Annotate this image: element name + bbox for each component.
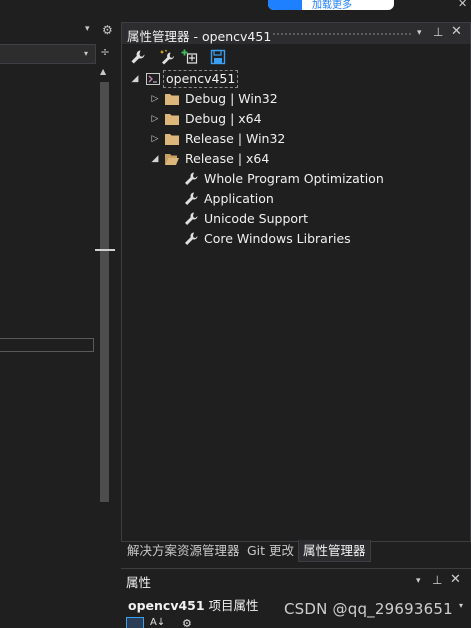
property-manager-panel: 属性管理器 - opencv451 ▾ ⊥ ✕ ◢ opencv451 ▷ De… [121, 22, 471, 542]
split-editor-icon[interactable]: ÷ [98, 45, 112, 63]
tree-root-row[interactable]: ◢ opencv451 [122, 69, 470, 89]
window-close-icon[interactable]: ✕ [458, 0, 467, 10]
tree-config-label: Release | Win32 [185, 131, 286, 146]
scroll-up-icon[interactable]: ▲ [100, 67, 106, 76]
alphabetical-icon[interactable]: A↓ [150, 617, 166, 628]
tree-sheet-label: Application [204, 191, 274, 206]
tab-git-changes[interactable]: Git 更改 [243, 540, 298, 562]
tree-sheet-row[interactable]: Whole Program Optimization [122, 169, 470, 189]
tree-config-label: Debug | x64 [185, 111, 262, 126]
chevron-down-icon[interactable]: ▾ [416, 576, 421, 586]
tab-property-manager[interactable]: 属性管理器 [298, 540, 371, 562]
wrench-icon [183, 172, 199, 186]
object-type: 项目属性 [204, 598, 259, 613]
save-icon[interactable] [208, 47, 228, 67]
splitter-handle[interactable] [95, 249, 115, 251]
wrench-icon [183, 232, 199, 246]
magic-wand-icon[interactable] [158, 47, 178, 67]
folder-icon [164, 92, 180, 106]
close-icon[interactable]: ✕ [451, 24, 462, 39]
tree-root-label: opencv451 [163, 70, 239, 88]
folder-icon [164, 112, 180, 126]
pin-icon[interactable]: ⊥ [432, 573, 442, 587]
left-pane-header: ▾ ⚙ [0, 20, 120, 42]
tree-config-label: Debug | Win32 [185, 91, 278, 106]
pin-icon[interactable]: ⊥ [433, 25, 443, 39]
left-text-field[interactable] [0, 338, 94, 352]
scrollbar-thumb[interactable] [100, 82, 109, 502]
wrench-icon[interactable] [128, 47, 148, 67]
add-property-sheet-icon[interactable] [180, 47, 200, 67]
chevron-down-icon[interactable]: ▾ [417, 28, 422, 38]
tree-sheet-label: Unicode Support [204, 211, 309, 226]
expand-arrow-icon[interactable]: ▷ [150, 109, 160, 129]
tree-sheet-label: Core Windows Libraries [204, 231, 351, 246]
tree-config-row[interactable]: ▷ Debug | Win32 [122, 89, 470, 109]
tree-config-label: Release | x64 [185, 151, 270, 166]
badge-logo [268, 0, 302, 10]
properties-panel: 属性 ▾ ⊥ ✕ opencv451 项目属性 ▾ A↓ ⚙ [121, 568, 471, 628]
gear-icon[interactable]: ⚙ [102, 23, 113, 37]
property-manager-toolbar [122, 45, 470, 69]
close-icon[interactable]: ✕ [450, 572, 461, 587]
categorized-icon[interactable] [126, 617, 144, 628]
tree-config-row[interactable]: ▷ Debug | x64 [122, 109, 470, 129]
left-pane: ▾ ⚙ ▾ ÷ ▲ [0, 20, 120, 628]
object-selector[interactable]: opencv451 项目属性 [128, 595, 259, 614]
project-icon [145, 72, 161, 86]
tab-solution-explorer[interactable]: 解决方案资源管理器 [123, 540, 244, 562]
chevron-down-icon[interactable]: ▾ [85, 24, 90, 34]
collapse-arrow-icon[interactable]: ◢ [130, 69, 140, 89]
chevron-down-icon: ▾ [84, 49, 89, 58]
wrench-icon [183, 212, 199, 226]
tree-sheet-row[interactable]: Application [122, 189, 470, 209]
property-manager-title-bar[interactable]: 属性管理器 - opencv451 ▾ ⊥ ✕ [122, 23, 470, 44]
expand-arrow-icon[interactable]: ▷ [150, 89, 160, 109]
chevron-down-icon[interactable]: ▾ [459, 601, 463, 610]
badge-text: 加载更多 [312, 0, 352, 11]
panel-title: 属性 [126, 575, 152, 590]
drag-grip[interactable] [272, 32, 412, 36]
left-combobox[interactable]: ▾ [0, 44, 96, 64]
tool-window-tab-strip: 解决方案资源管理器 Git 更改 属性管理器 [121, 540, 471, 562]
tree-sheet-row[interactable]: Core Windows Libraries [122, 229, 470, 249]
wrench-icon [183, 192, 199, 206]
property-pages-icon[interactable]: ⚙ [182, 617, 196, 628]
open-folder-icon [164, 152, 180, 166]
watermark: CSDN @qq_29693651 [284, 600, 453, 618]
tree-sheet-label: Whole Program Optimization [204, 171, 384, 186]
expand-arrow-icon[interactable]: ▷ [150, 129, 160, 149]
panel-title: 属性管理器 - opencv451 [127, 29, 272, 44]
object-name: opencv451 [128, 598, 205, 613]
tree-sheet-row[interactable]: Unicode Support [122, 209, 470, 229]
tree-config-row[interactable]: ◢ Release | x64 [122, 149, 470, 169]
collapse-arrow-icon[interactable]: ◢ [150, 149, 160, 169]
tree-config-row[interactable]: ▷ Release | Win32 [122, 129, 470, 149]
folder-icon [164, 132, 180, 146]
